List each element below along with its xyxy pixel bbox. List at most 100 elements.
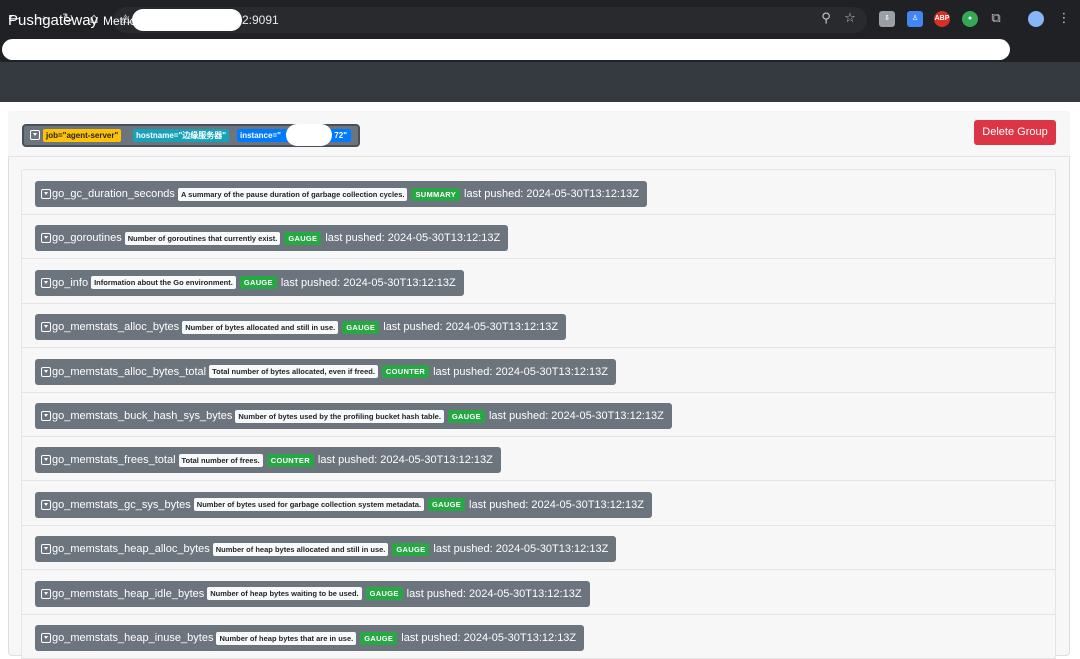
metric-toggle[interactable]: go_info Information about the Go environm… — [35, 269, 464, 296]
metric-name: go_memstats_heap_inuse_bytes — [52, 632, 214, 644]
metric-help: Number of bytes used by the profiling bu… — [235, 409, 444, 423]
profile-avatar[interactable] — [1028, 11, 1044, 27]
last-pushed: last pushed: 2024-05-30T13:12:13Z — [325, 232, 501, 245]
metric-type-badge: COUNTER — [381, 365, 430, 379]
last-pushed: last pushed: 2024-05-30T13:12:13Z — [488, 410, 664, 422]
metric-row: go_memstats_heap_idle_bytes Number of hea… — [21, 570, 1056, 615]
metric-type-badge: GAUGE — [447, 409, 485, 423]
metric-type-badge: GAUGE — [342, 320, 380, 334]
chevron-down-icon[interactable] — [41, 544, 51, 555]
metric-toggle[interactable]: go_memstats_buck_hash_sys_bytes Number of… — [35, 403, 672, 429]
last-pushed: last pushed: 2024-05-30T13:12:13Z — [406, 587, 582, 600]
puzzle-icon[interactable]: ⧉ — [988, 11, 1004, 27]
metric-name: go_gc_duration_seconds — [52, 188, 175, 200]
chevron-down-icon[interactable] — [41, 633, 51, 643]
chevron-down-icon[interactable] — [30, 130, 40, 140]
chevron-down-icon[interactable] — [41, 233, 51, 244]
label-job: job="agent-server" — [43, 129, 122, 142]
metric-row: go_gc_duration_seconds A summary of the p… — [21, 170, 1056, 215]
person-icon[interactable]: ♙ — [907, 11, 923, 27]
metric-type-badge: GAUGE — [392, 542, 430, 556]
metric-type-badge: GAUGE — [428, 498, 466, 512]
chevron-down-icon[interactable] — [41, 455, 51, 466]
metric-name: go_memstats_heap_idle_bytes — [52, 587, 205, 600]
metric-toggle[interactable]: go_memstats_frees_total Total number of f… — [35, 447, 501, 474]
metric-help: Information about the Go environment. — [91, 276, 236, 290]
metric-help: Number of heap bytes waiting to be used. — [207, 587, 362, 601]
metric-help: Number of bytes allocated and still in u… — [182, 320, 339, 334]
metric-row: go_goroutines Number of goroutines that c… — [21, 214, 1056, 260]
chevron-down-icon[interactable] — [41, 277, 51, 288]
nav-help[interactable]: Help — [193, 14, 218, 28]
metric-help: Number of goroutines that currently exis… — [124, 231, 281, 245]
chevron-down-icon[interactable] — [41, 411, 51, 421]
chevron-down-icon[interactable] — [41, 499, 51, 510]
metric-type-badge: COUNTER — [266, 453, 314, 467]
metric-help: Total number of bytes allocated, even if… — [209, 365, 378, 379]
chevron-down-icon[interactable] — [41, 366, 51, 377]
chevron-down-icon[interactable] — [41, 189, 51, 199]
metric-name: go_memstats_alloc_bytes — [52, 321, 180, 334]
metric-help: A summary of the pause duration of garba… — [177, 187, 408, 201]
metric-toggle[interactable]: go_memstats_heap_idle_bytes Number of hea… — [35, 580, 590, 607]
metric-name: go_memstats_heap_alloc_bytes — [52, 543, 210, 556]
app-navbar — [0, 62, 1080, 102]
brand-title[interactable]: Pushgateway — [8, 12, 98, 29]
menu-dots-icon[interactable]: ⋮ — [1056, 11, 1072, 27]
metric-toggle[interactable]: go_memstats_heap_alloc_bytes Number of he… — [35, 536, 617, 563]
nav-status[interactable]: Status — [151, 14, 185, 28]
metric-toggle[interactable]: go_goroutines Number of goroutines that c… — [35, 225, 509, 252]
metric-toggle[interactable]: go_memstats_alloc_bytes Number of bytes a… — [35, 314, 567, 341]
url-text[interactable]: 2:9091 — [242, 13, 279, 27]
metric-row: go_info Information about the Go environm… — [21, 259, 1056, 304]
metric-type-badge: GAUGE — [365, 587, 403, 601]
metric-name: go_memstats_alloc_bytes_total — [52, 365, 207, 378]
metric-name: go_memstats_gc_sys_bytes — [52, 498, 191, 511]
redacted-host — [132, 9, 242, 31]
metric-row: go_memstats_heap_alloc_bytes Number of he… — [21, 525, 1056, 571]
metric-type-badge: GAUGE — [360, 631, 398, 645]
last-pushed: last pushed: 2024-05-30T13:12:13Z — [433, 365, 609, 378]
last-pushed: last pushed: 2024-05-30T13:12:13Z — [433, 543, 609, 556]
metric-help: Number of heap bytes that are in use. — [216, 631, 357, 645]
extension-badge-icon[interactable]: ● — [962, 11, 978, 27]
bookmark-star-icon[interactable]: ☆ — [842, 11, 858, 27]
last-pushed: last pushed: 2024-05-30T13:12:13Z — [401, 632, 577, 644]
metric-row: go_memstats_gc_sys_bytes Number of bytes … — [21, 481, 1056, 526]
metric-toggle[interactable]: go_memstats_gc_sys_bytes Number of bytes … — [35, 491, 652, 518]
redacted-instance — [286, 124, 332, 146]
last-pushed: last pushed: 2024-05-30T13:12:13Z — [464, 188, 639, 200]
metric-name: go_memstats_frees_total — [52, 454, 176, 467]
metric-toggle[interactable]: go_gc_duration_seconds A summary of the p… — [35, 181, 647, 207]
label-hostname: hostname="边缘服务器" — [133, 129, 230, 142]
metric-help: Number of heap bytes allocated and still… — [212, 542, 389, 556]
metric-row: go_memstats_heap_inuse_bytes Number of he… — [21, 614, 1056, 659]
metric-help: Number of bytes used for garbage collect… — [193, 498, 425, 512]
label-instance-suffix: 72" — [334, 131, 347, 140]
metric-toggle[interactable]: go_memstats_heap_inuse_bytes Number of he… — [35, 625, 585, 651]
download-icon[interactable]: ⇩ — [879, 11, 895, 27]
last-pushed: last pushed: 2024-05-30T13:12:13Z — [383, 321, 559, 334]
metric-type-badge: GAUGE — [239, 276, 277, 290]
metric-help: Total number of frees. — [178, 453, 263, 467]
nav-metrics[interactable]: Metrics — [103, 14, 142, 28]
abp-icon[interactable]: ABP — [934, 11, 950, 27]
zoom-icon[interactable]: ⚲ — [818, 11, 834, 27]
last-pushed: last pushed: 2024-05-30T13:12:13Z — [317, 454, 493, 467]
metric-toggle[interactable]: go_memstats_alloc_bytes_total Total numbe… — [35, 358, 617, 385]
last-pushed: last pushed: 2024-05-30T13:12:13Z — [280, 276, 456, 289]
chevron-down-icon[interactable] — [41, 588, 51, 599]
metric-type-badge: GAUGE — [284, 231, 322, 245]
metric-row: go_memstats_frees_total Total number of f… — [21, 436, 1056, 482]
metric-row: go_memstats_buck_hash_sys_bytes Number of… — [21, 392, 1056, 437]
metric-name: go_goroutines — [52, 232, 122, 245]
delete-group-button[interactable]: Delete Group — [974, 120, 1056, 145]
metric-name: go_memstats_buck_hash_sys_bytes — [52, 410, 233, 422]
redacted-bookmarks — [2, 39, 1010, 60]
chevron-down-icon[interactable] — [41, 322, 51, 333]
metric-row: go_memstats_alloc_bytes_total Total numbe… — [21, 348, 1056, 393]
metric-row: go_memstats_alloc_bytes Number of bytes a… — [21, 303, 1056, 349]
metric-name: go_info — [52, 276, 89, 289]
metric-type-badge: SUMMARY — [411, 187, 461, 201]
last-pushed: last pushed: 2024-05-30T13:12:13Z — [469, 498, 644, 511]
